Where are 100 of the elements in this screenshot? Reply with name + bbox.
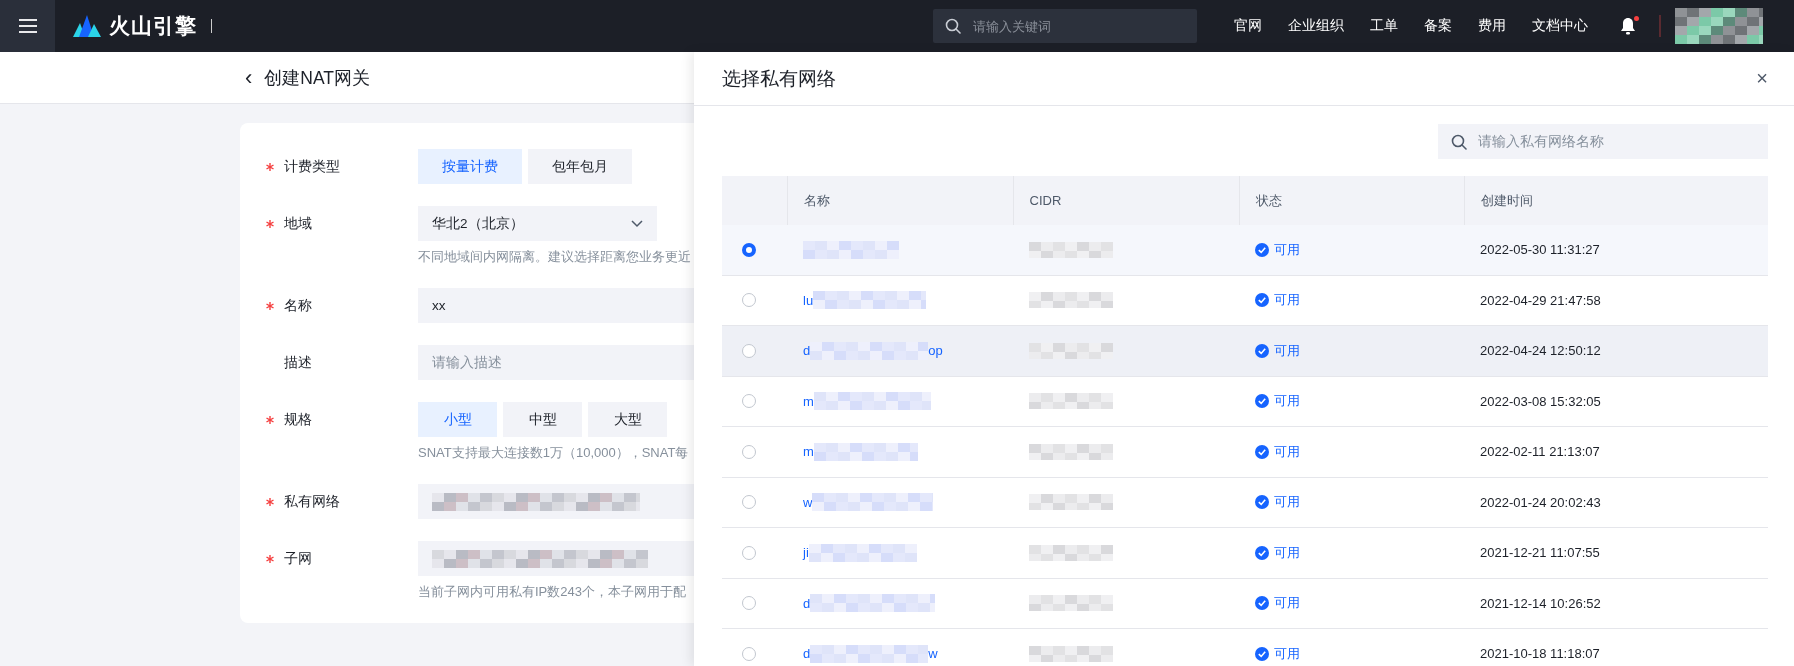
table-row[interactable]: ji 可用 2021-12-21 11:07:55 <box>722 527 1768 578</box>
column-header: 状态 <box>1255 192 1282 208</box>
created-time: 2022-04-29 21:47:58 <box>1480 292 1601 308</box>
brand-name[interactable]: 火山引擎 <box>109 12 197 40</box>
check-circle-icon <box>1255 646 1269 661</box>
search-field[interactable]: 请输入关键词 <box>933 9 1197 43</box>
column-header: CIDR <box>1029 193 1062 208</box>
option-button[interactable]: 小型 <box>418 402 497 437</box>
option-button[interactable]: 按量计费 <box>418 149 522 184</box>
field-hint: 不同地域间内网隔离。建议选择距离您业务更近 <box>418 248 691 266</box>
created-time: 2022-01-24 20:02:43 <box>1480 494 1601 510</box>
check-circle-icon <box>1255 293 1269 308</box>
field-label: 子网 <box>284 549 312 568</box>
nav-link[interactable]: 文档中心 <box>1519 17 1601 35</box>
vpc-name-link[interactable]: w <box>803 494 813 510</box>
check-circle-icon <box>1255 242 1269 257</box>
table-row[interactable]: 可用 2022-05-30 11:31:27 <box>722 225 1768 275</box>
chevron-down-icon <box>631 219 643 228</box>
close-button[interactable]: × <box>1756 67 1768 90</box>
column-header: 创建时间 <box>1480 192 1533 208</box>
vpc-name-link[interactable]: d <box>803 343 811 359</box>
nav-link[interactable]: 费用 <box>1465 17 1519 35</box>
menu-button[interactable] <box>0 0 55 52</box>
search-icon <box>1451 134 1467 150</box>
status-text: 可用 <box>1274 493 1300 512</box>
radio-button[interactable] <box>742 394 756 409</box>
check-circle-icon <box>1255 596 1269 611</box>
status-text: 可用 <box>1274 392 1300 411</box>
radio-button[interactable] <box>742 293 756 308</box>
check-circle-icon <box>1255 343 1269 358</box>
created-time: 2022-02-11 21:13:07 <box>1480 444 1600 460</box>
radio-button[interactable] <box>742 545 756 560</box>
check-circle-icon <box>1255 394 1269 409</box>
status-text: 可用 <box>1274 341 1300 360</box>
radio-button[interactable] <box>742 343 756 358</box>
radio-button[interactable] <box>742 444 756 459</box>
vpc-name-link[interactable]: w <box>928 646 938 662</box>
text-input[interactable]: xx <box>418 288 694 323</box>
search-field[interactable]: 请输入私有网络名称 <box>1438 124 1768 159</box>
created-time: 2021-12-21 11:07:55 <box>1480 545 1600 561</box>
vpc-name-link[interactable]: op <box>928 343 943 359</box>
column-header: 名称 <box>803 192 830 208</box>
vpc-name-link[interactable]: m <box>803 393 814 409</box>
status-text: 可用 <box>1274 594 1300 613</box>
option-button[interactable]: 大型 <box>588 402 667 437</box>
created-time: 2021-10-18 11:18:07 <box>1480 646 1600 662</box>
radio-button[interactable] <box>742 495 756 510</box>
vpc-name-link[interactable]: lu <box>803 292 814 308</box>
notification-button[interactable] <box>1619 16 1637 36</box>
table-row[interactable]: m 可用 2022-02-11 21:13:07 <box>722 426 1768 477</box>
status-text: 可用 <box>1274 442 1300 461</box>
drawer-title: 选择私有网络 <box>722 66 836 91</box>
check-circle-icon <box>1255 495 1269 510</box>
select-field[interactable] <box>418 484 694 519</box>
back-button[interactable]: ‹ <box>243 66 255 89</box>
field-label: 描述 <box>284 353 312 372</box>
nav-link[interactable]: 企业组织 <box>1275 17 1357 35</box>
option-button[interactable]: 中型 <box>503 402 582 437</box>
select-field[interactable] <box>418 541 694 576</box>
field-hint: SNAT支持最大连接数1万（10,000），SNAT每 <box>418 444 689 462</box>
nav-link[interactable]: 官网 <box>1221 17 1275 35</box>
vpc-name-link[interactable]: m <box>803 444 814 460</box>
table-row[interactable]: d 可用 2021-12-14 10:26:52 <box>722 578 1768 629</box>
vpc-name-link[interactable]: d <box>803 646 811 662</box>
field-label: 地域 <box>284 214 312 233</box>
menu-icon <box>18 18 37 34</box>
radio-button[interactable] <box>742 596 756 611</box>
search-icon <box>945 18 961 34</box>
created-time: 2022-05-30 11:31:27 <box>1480 242 1600 258</box>
radio-button[interactable] <box>742 242 756 257</box>
status-text: 可用 <box>1274 644 1300 663</box>
vpc-name-link[interactable]: d <box>803 595 811 611</box>
check-circle-icon <box>1255 444 1269 459</box>
created-time: 2022-03-08 15:32:05 <box>1480 393 1601 409</box>
table-row[interactable]: m 可用 2022-03-08 15:32:05 <box>722 376 1768 427</box>
table-row[interactable]: lu 可用 2022-04-29 21:47:58 <box>722 275 1768 326</box>
status-text: 可用 <box>1274 543 1300 562</box>
page-title: 创建NAT网关 <box>264 66 371 90</box>
nav-link[interactable]: 工单 <box>1357 17 1411 35</box>
table-row[interactable]: d w 可用 2021-10-18 11:18:07 <box>722 628 1768 666</box>
created-time: 2021-12-14 10:26:52 <box>1480 595 1601 611</box>
status-text: 可用 <box>1274 291 1300 310</box>
field-hint: 当前子网内可用私有IP数243个，本子网用于配 <box>418 583 686 601</box>
table-row[interactable]: d op 可用 2022-04-24 12:50:12 <box>722 325 1768 376</box>
text-input[interactable]: 请输入描述 <box>418 345 694 380</box>
mountain-logo-icon <box>73 15 101 37</box>
option-button[interactable]: 包年包月 <box>528 149 632 184</box>
field-label: 名称 <box>284 296 312 315</box>
nav-link[interactable]: 备案 <box>1411 17 1465 35</box>
field-label: 规格 <box>284 410 312 429</box>
region-select[interactable]: 华北2（北京） <box>418 206 657 241</box>
status-text: 可用 <box>1274 240 1300 259</box>
created-time: 2022-04-24 12:50:12 <box>1480 343 1601 359</box>
check-circle-icon <box>1255 545 1269 560</box>
bell-icon <box>1619 16 1637 36</box>
radio-button[interactable] <box>742 646 756 661</box>
vpc-name-link[interactable]: ji <box>803 545 809 561</box>
field-label: 计费类型 <box>284 157 340 176</box>
field-label: 私有网络 <box>284 492 340 511</box>
table-row[interactable]: w 可用 2022-01-24 20:02:43 <box>722 477 1768 528</box>
